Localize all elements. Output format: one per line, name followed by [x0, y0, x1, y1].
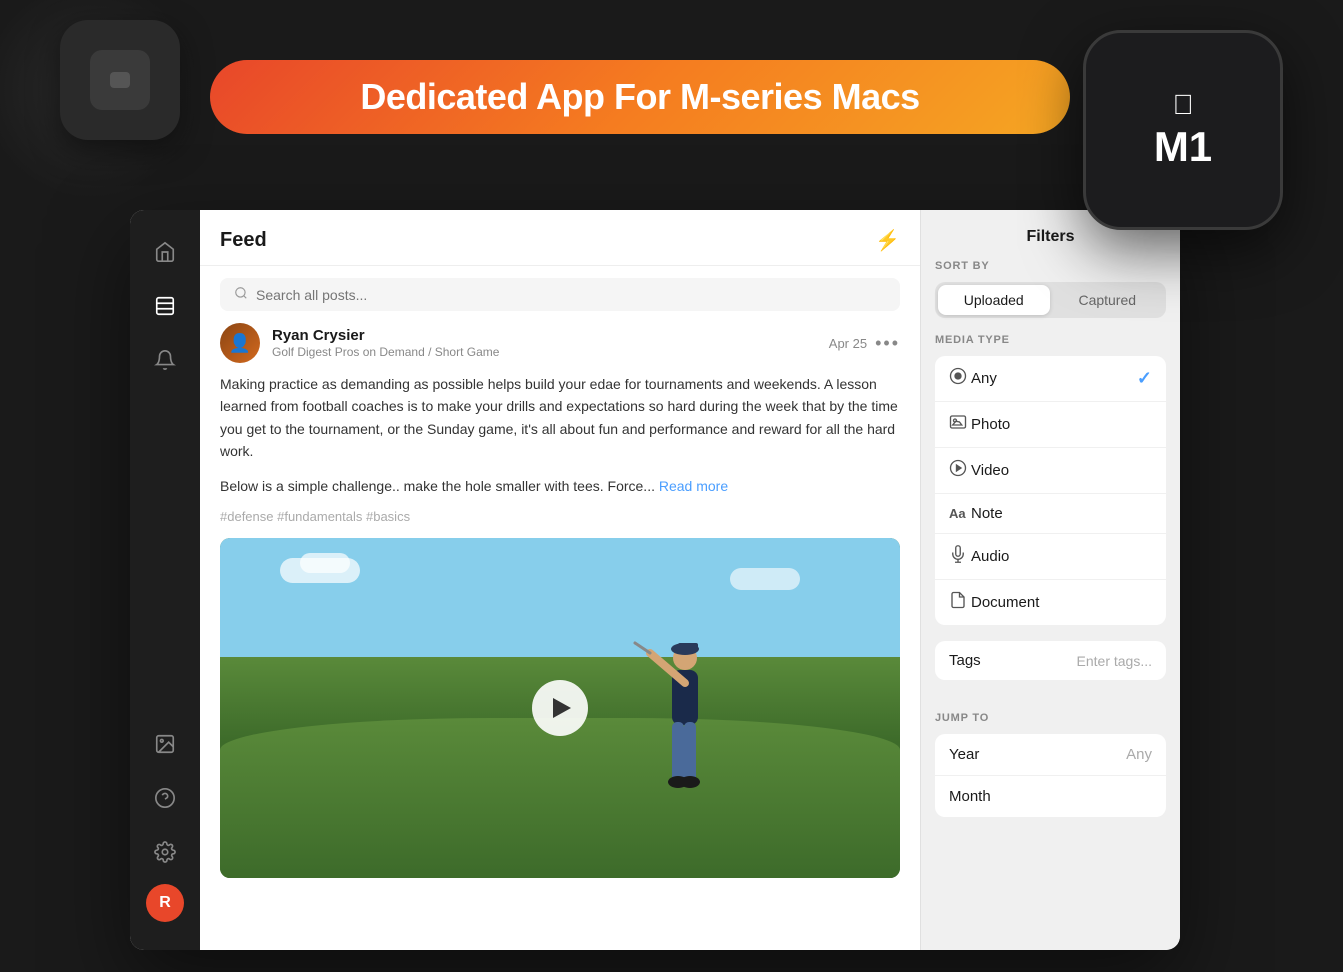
tags-input-placeholder[interactable]: Enter tags... [1077, 653, 1152, 669]
audio-label: Audio [971, 548, 1152, 565]
post-header: 👤 Ryan Crysier Golf Digest Pros on Deman… [220, 323, 900, 363]
sort-buttons-group: Uploaded Captured [935, 282, 1166, 318]
app-window: R Feed ⚡ 👤 [130, 210, 1180, 950]
hills [220, 718, 900, 878]
post-video-thumbnail[interactable] [220, 538, 900, 878]
chip-label: M1 [1154, 123, 1212, 171]
play-icon [553, 698, 571, 718]
note-icon: Aa [949, 506, 971, 521]
media-type-note[interactable]: Aa Note [935, 494, 1166, 534]
post-avatar: 👤 [220, 323, 260, 363]
avatar-image: 👤 [220, 323, 260, 363]
post-author-info: Ryan Crysier Golf Digest Pros on Demand … [272, 327, 499, 359]
user-avatar[interactable]: R [146, 884, 184, 922]
sidebar-item-gallery[interactable] [143, 722, 187, 766]
sidebar-item-help[interactable] [143, 776, 187, 820]
golfer-figure [630, 638, 720, 808]
media-type-photo[interactable]: Photo [935, 402, 1166, 448]
m1-chip-decoration:  M1 [1083, 30, 1283, 230]
search-input[interactable] [256, 287, 886, 303]
sort-captured-button[interactable]: Captured [1052, 285, 1164, 315]
banner-text: Dedicated App For M-series Macs [360, 76, 919, 118]
post-author-row: 👤 Ryan Crysier Golf Digest Pros on Deman… [220, 323, 499, 363]
cloud-3 [730, 568, 800, 590]
audio-icon [949, 545, 971, 568]
media-type-section: MEDIA TYPE Any ✓ [921, 334, 1180, 641]
any-label: Any [971, 370, 1137, 387]
any-checkmark: ✓ [1137, 368, 1152, 389]
jump-to-list: Year Any Month [935, 734, 1166, 817]
read-more-link[interactable]: Read more [659, 478, 728, 494]
search-icon [234, 286, 248, 303]
video-icon [949, 459, 971, 482]
photo-label: Photo [971, 416, 1152, 433]
lightning-icon[interactable]: ⚡ [875, 228, 900, 253]
post-date: Apr 25 [829, 336, 867, 351]
post-more-button[interactable]: ••• [875, 333, 900, 354]
sidebar-item-home[interactable] [143, 230, 187, 274]
post-author-name: Ryan Crysier [272, 327, 499, 344]
sort-by-section: SORT BY Uploaded Captured [921, 260, 1180, 334]
cloud-2 [300, 553, 350, 573]
jump-to-label: JUMP TO [935, 712, 1166, 724]
jump-to-month[interactable]: Month [935, 776, 1166, 817]
media-type-label: MEDIA TYPE [935, 334, 1166, 346]
post-tags: #defense #fundamentals #basics [220, 509, 900, 524]
post-body-text: Making practice as demanding as possible… [220, 373, 900, 463]
search-bar [220, 278, 900, 311]
post-date-row: Apr 25 ••• [829, 333, 900, 354]
note-label: Note [971, 505, 1152, 522]
media-type-audio[interactable]: Audio [935, 534, 1166, 580]
sidebar: R [130, 210, 200, 950]
apple-logo-icon:  [1172, 89, 1193, 121]
play-button[interactable] [532, 680, 588, 736]
month-label: Month [949, 788, 991, 805]
any-icon [949, 367, 971, 390]
sort-by-label: SORT BY [935, 260, 1166, 272]
jump-to-year[interactable]: Year Any [935, 734, 1166, 776]
app-icon-decoration [60, 20, 180, 140]
media-type-list: Any ✓ Photo [935, 356, 1166, 625]
sidebar-item-notifications[interactable] [143, 338, 187, 382]
year-value: Any [1126, 746, 1152, 763]
document-label: Document [971, 594, 1152, 611]
sidebar-item-feed[interactable] [143, 284, 187, 328]
tags-label: Tags [949, 652, 981, 669]
post-container: 👤 Ryan Crysier Golf Digest Pros on Deman… [200, 323, 920, 950]
year-label: Year [949, 746, 979, 763]
post-body-text-2: Below is a simple challenge.. make the h… [220, 475, 900, 497]
tags-section: Tags Enter tags... [921, 641, 1180, 712]
jump-to-section: JUMP TO Year Any Month [921, 712, 1180, 833]
feed-header: Feed ⚡ [200, 210, 920, 266]
promotional-banner: Dedicated App For M-series Macs [210, 60, 1070, 134]
feed-title: Feed [220, 229, 267, 252]
tags-row: Tags Enter tags... [935, 641, 1166, 680]
media-type-document[interactable]: Document [935, 580, 1166, 625]
sort-uploaded-button[interactable]: Uploaded [938, 285, 1050, 315]
post-channel: Golf Digest Pros on Demand / Short Game [272, 345, 499, 359]
feed-content: Feed ⚡ 👤 Ryan Crysier [200, 210, 920, 950]
photo-icon [949, 413, 971, 436]
document-icon [949, 591, 971, 614]
media-type-any[interactable]: Any ✓ [935, 356, 1166, 402]
media-type-video[interactable]: Video [935, 448, 1166, 494]
video-label: Video [971, 462, 1152, 479]
sidebar-item-settings[interactable] [143, 830, 187, 874]
filters-panel: Filters SORT BY Uploaded Captured MEDIA … [920, 210, 1180, 950]
